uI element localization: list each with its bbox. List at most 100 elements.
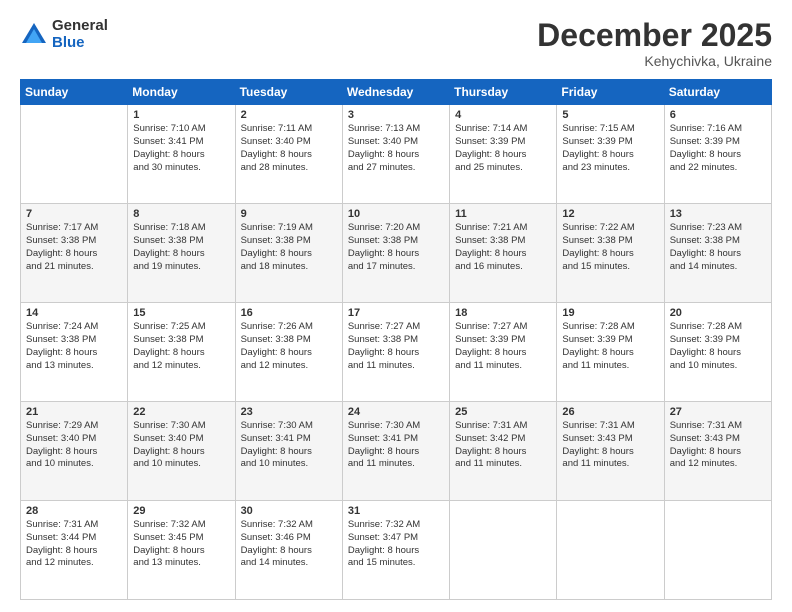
calendar-cell: 1Sunrise: 7:10 AMSunset: 3:41 PMDaylight… <box>128 105 235 204</box>
week-row-1: 1Sunrise: 7:10 AMSunset: 3:41 PMDaylight… <box>21 105 772 204</box>
day-number: 27 <box>670 406 766 418</box>
weekday-header-wednesday: Wednesday <box>342 80 449 105</box>
cell-content: Sunrise: 7:22 AMSunset: 3:38 PMDaylight:… <box>562 222 658 273</box>
calendar-cell: 4 Sunrise: 7:14 AMSunset: 3:39 PMDaylight… <box>450 105 557 204</box>
calendar-cell: 29Sunrise: 7:32 AMSunset: 3:45 PMDayligh… <box>128 501 235 600</box>
cell-content: Sunrise: 7:20 AMSunset: 3:38 PMDaylight:… <box>348 222 444 273</box>
calendar-cell <box>557 501 664 600</box>
day-number: 30 <box>241 505 337 517</box>
day-number: 8 <box>133 208 229 220</box>
cell-content: Sunrise: 7:11 AMSunset: 3:40 PMDaylight:… <box>241 123 337 174</box>
calendar-cell <box>450 501 557 600</box>
day-number: 5 <box>562 109 658 121</box>
cell-content: Sunrise: 7:27 AMSunset: 3:38 PMDaylight:… <box>348 321 444 372</box>
cell-content: Sunrise: 7:32 AMSunset: 3:45 PMDaylight:… <box>133 519 229 570</box>
calendar-cell: 6 Sunrise: 7:16 AMSunset: 3:39 PMDaylight… <box>664 105 771 204</box>
week-row-2: 7 Sunrise: 7:17 AMSunset: 3:38 PMDaylight… <box>21 204 772 303</box>
cell-content: Sunrise: 7:16 AMSunset: 3:39 PMDaylight:… <box>670 123 766 174</box>
location: Kehychivka, Ukraine <box>537 53 772 69</box>
day-number: 3 <box>348 109 444 121</box>
cell-content: Sunrise: 7:29 AMSunset: 3:40 PMDaylight:… <box>26 420 122 471</box>
cell-content: Sunrise: 7:28 AMSunset: 3:39 PMDaylight:… <box>670 321 766 372</box>
day-number: 2 <box>241 109 337 121</box>
cell-content: Sunrise: 7:23 AMSunset: 3:38 PMDaylight:… <box>670 222 766 273</box>
calendar-cell: 9Sunrise: 7:19 AMSunset: 3:38 PMDaylight… <box>235 204 342 303</box>
calendar-cell: 23 Sunrise: 7:30 AMSunset: 3:41 PMDayligh… <box>235 402 342 501</box>
header: General Blue December 2025 Kehychivka, U… <box>20 18 772 69</box>
weekday-header-row: SundayMondayTuesdayWednesdayThursdayFrid… <box>21 80 772 105</box>
day-number: 9 <box>241 208 337 220</box>
calendar-cell <box>664 501 771 600</box>
day-number: 25 <box>455 406 551 418</box>
day-number: 7 <box>26 208 122 220</box>
day-number: 18 <box>455 307 551 319</box>
week-row-5: 28 Sunrise: 7:31 AMSunset: 3:44 PMDayligh… <box>21 501 772 600</box>
cell-content: Sunrise: 7:27 AMSunset: 3:39 PMDaylight:… <box>455 321 551 372</box>
day-number: 6 <box>670 109 766 121</box>
day-number: 24 <box>348 406 444 418</box>
logo-blue: Blue <box>52 35 108 52</box>
cell-content: Sunrise: 7:24 AMSunset: 3:38 PMDaylight:… <box>26 321 122 372</box>
weekday-header-friday: Friday <box>557 80 664 105</box>
day-number: 22 <box>133 406 229 418</box>
cell-content: Sunrise: 7:31 AMSunset: 3:44 PMDaylight:… <box>26 519 122 570</box>
weekday-header-tuesday: Tuesday <box>235 80 342 105</box>
day-number: 31 <box>348 505 444 517</box>
cell-content: Sunrise: 7:25 AMSunset: 3:38 PMDaylight:… <box>133 321 229 372</box>
logo-general: General <box>52 18 108 35</box>
calendar-cell: 14 Sunrise: 7:24 AMSunset: 3:38 PMDayligh… <box>21 303 128 402</box>
day-number: 1 <box>133 109 229 121</box>
calendar-cell: 5Sunrise: 7:15 AMSunset: 3:39 PMDaylight… <box>557 105 664 204</box>
title-block: December 2025 Kehychivka, Ukraine <box>537 18 772 69</box>
cell-content: Sunrise: 7:30 AMSunset: 3:41 PMDaylight:… <box>241 420 337 471</box>
calendar-cell: 28 Sunrise: 7:31 AMSunset: 3:44 PMDayligh… <box>21 501 128 600</box>
day-number: 28 <box>26 505 122 517</box>
cell-content: Sunrise: 7:30 AMSunset: 3:41 PMDaylight:… <box>348 420 444 471</box>
weekday-header-thursday: Thursday <box>450 80 557 105</box>
calendar-cell: 17Sunrise: 7:27 AMSunset: 3:38 PMDayligh… <box>342 303 449 402</box>
calendar-cell: 8Sunrise: 7:18 AMSunset: 3:38 PMDaylight… <box>128 204 235 303</box>
calendar-cell: 26 Sunrise: 7:31 AMSunset: 3:43 PMDayligh… <box>557 402 664 501</box>
calendar-table: SundayMondayTuesdayWednesdayThursdayFrid… <box>20 79 772 600</box>
day-number: 20 <box>670 307 766 319</box>
calendar-cell: 31Sunrise: 7:32 AMSunset: 3:47 PMDayligh… <box>342 501 449 600</box>
calendar-cell: 15 Sunrise: 7:25 AMSunset: 3:38 PMDayligh… <box>128 303 235 402</box>
cell-content: Sunrise: 7:14 AMSunset: 3:39 PMDaylight:… <box>455 123 551 174</box>
cell-content: Sunrise: 7:32 AMSunset: 3:46 PMDaylight:… <box>241 519 337 570</box>
day-number: 4 <box>455 109 551 121</box>
week-row-3: 14 Sunrise: 7:24 AMSunset: 3:38 PMDayligh… <box>21 303 772 402</box>
day-number: 16 <box>241 307 337 319</box>
calendar-cell: 13Sunrise: 7:23 AMSunset: 3:38 PMDayligh… <box>664 204 771 303</box>
calendar-cell: 20 Sunrise: 7:28 AMSunset: 3:39 PMDayligh… <box>664 303 771 402</box>
calendar-cell: 16 Sunrise: 7:26 AMSunset: 3:38 PMDayligh… <box>235 303 342 402</box>
weekday-header-saturday: Saturday <box>664 80 771 105</box>
day-number: 19 <box>562 307 658 319</box>
day-number: 23 <box>241 406 337 418</box>
weekday-header-sunday: Sunday <box>21 80 128 105</box>
page: General Blue December 2025 Kehychivka, U… <box>0 0 792 612</box>
logo-icon <box>20 21 48 49</box>
weekday-header-monday: Monday <box>128 80 235 105</box>
calendar-cell: 10Sunrise: 7:20 AMSunset: 3:38 PMDayligh… <box>342 204 449 303</box>
calendar-cell: 2 Sunrise: 7:11 AMSunset: 3:40 PMDaylight… <box>235 105 342 204</box>
cell-content: Sunrise: 7:31 AMSunset: 3:43 PMDaylight:… <box>670 420 766 471</box>
logo: General Blue <box>20 18 108 51</box>
cell-content: Sunrise: 7:26 AMSunset: 3:38 PMDaylight:… <box>241 321 337 372</box>
day-number: 14 <box>26 307 122 319</box>
day-number: 15 <box>133 307 229 319</box>
cell-content: Sunrise: 7:30 AMSunset: 3:40 PMDaylight:… <box>133 420 229 471</box>
week-row-4: 21 Sunrise: 7:29 AMSunset: 3:40 PMDayligh… <box>21 402 772 501</box>
cell-content: Sunrise: 7:31 AMSunset: 3:43 PMDaylight:… <box>562 420 658 471</box>
day-number: 12 <box>562 208 658 220</box>
cell-content: Sunrise: 7:17 AMSunset: 3:38 PMDaylight:… <box>26 222 122 273</box>
cell-content: Sunrise: 7:31 AMSunset: 3:42 PMDaylight:… <box>455 420 551 471</box>
calendar-cell: 3 Sunrise: 7:13 AMSunset: 3:40 PMDaylight… <box>342 105 449 204</box>
cell-content: Sunrise: 7:13 AMSunset: 3:40 PMDaylight:… <box>348 123 444 174</box>
calendar-cell: 27 Sunrise: 7:31 AMSunset: 3:43 PMDayligh… <box>664 402 771 501</box>
calendar-cell: 19 Sunrise: 7:28 AMSunset: 3:39 PMDayligh… <box>557 303 664 402</box>
day-number: 21 <box>26 406 122 418</box>
day-number: 26 <box>562 406 658 418</box>
calendar-cell: 11Sunrise: 7:21 AMSunset: 3:38 PMDayligh… <box>450 204 557 303</box>
cell-content: Sunrise: 7:28 AMSunset: 3:39 PMDaylight:… <box>562 321 658 372</box>
calendar-cell: 24 Sunrise: 7:30 AMSunset: 3:41 PMDayligh… <box>342 402 449 501</box>
